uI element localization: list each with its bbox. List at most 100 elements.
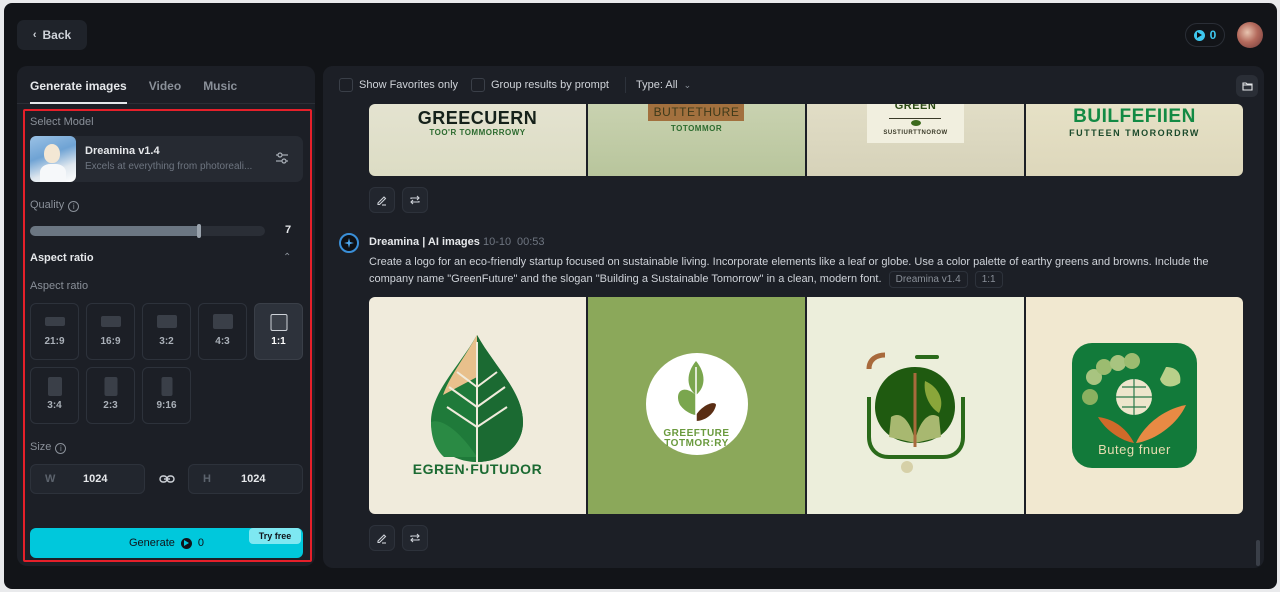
ratio-label: 1:1 [271, 336, 286, 347]
generation-prompt[interactable]: Create a logo for an eco-friendly startu… [369, 254, 1249, 288]
result-image[interactable]: GREEN SUSTIURTTNOROW [807, 104, 1024, 176]
mode-tabs: Generate images Video Music [17, 66, 315, 104]
quality-slider-fill [30, 226, 200, 236]
results-panel: GRΕΕCUERN TOO'R TOMMORROWY BUTTETHURE TO… [323, 66, 1264, 568]
logo-subtitle: SUSTIURTTNOROW [883, 130, 948, 136]
logo-title: BUTTETHURE [653, 105, 740, 119]
globe-leaf-graphic [1082, 353, 1186, 443]
select-model-label: Select Model [30, 116, 94, 128]
credits-count: 0 [1209, 28, 1217, 42]
leaf-logo-graphic [431, 335, 523, 462]
group-by-prompt-label[interactable]: Group results by prompt [491, 79, 609, 91]
ratio-2-3-icon [104, 377, 117, 396]
leaf-icon [911, 120, 921, 126]
result-image[interactable]: BUTTETHURE TOTOMMOR [588, 104, 805, 176]
tab-generate-images[interactable]: Generate images [30, 66, 127, 104]
ratio-3-2-icon [156, 315, 177, 328]
width-input[interactable]: W 1024 [30, 464, 145, 494]
tab-music[interactable]: Music [203, 66, 237, 104]
ratio-1-1-icon [270, 314, 287, 331]
folder-icon [1241, 82, 1253, 91]
logo-title: GRΕΕCUERN [417, 108, 538, 128]
ratio-option-21-9[interactable]: 21:9 [30, 303, 79, 360]
repeat-icon [410, 195, 420, 205]
quality-slider[interactable] [30, 224, 265, 238]
height-input[interactable]: H 1024 [188, 464, 303, 494]
ratio-label: 3:2 [159, 336, 174, 347]
ratio-tag: 1:1 [974, 271, 1003, 288]
link-icon[interactable] [159, 472, 175, 486]
pencil-icon [377, 196, 387, 206]
ratio-option-16-9[interactable]: 16:9 [86, 303, 135, 360]
aspect-ratio-options: 21:9 16:9 3:2 4:3 1:1 3:4 2:3 9:16 [30, 303, 305, 424]
back-label: Back [42, 28, 72, 42]
generate-label: Generate [129, 537, 175, 549]
generation-time: 00:53 [517, 236, 545, 248]
generated-images-row: EGREN·FUTUDOR GREEFTURE TOTMOR:RY Buteg … [369, 297, 1243, 514]
width-value: 1024 [83, 473, 108, 485]
favorites-checkbox[interactable] [339, 78, 353, 92]
quality-label-row: Quality i [30, 199, 80, 212]
sparkle-icon [344, 238, 354, 248]
previous-results-row: GRΕΕCUERN TOO'R TOMMORROWY BUTTETHURE TO… [369, 104, 1243, 176]
back-button[interactable]: ‹ Back [17, 20, 87, 50]
folder-button[interactable] [1236, 75, 1258, 97]
quality-label: Quality [30, 199, 65, 211]
ratio-option-2-3[interactable]: 2:3 [86, 367, 135, 424]
generation-author: Dreamina | AI images [369, 236, 480, 248]
ratio-option-4-3[interactable]: 4:3 [198, 303, 247, 360]
info-icon[interactable]: i [55, 443, 67, 454]
generation-settings-panel: Generate images Video Music Select Model… [17, 66, 315, 566]
model-selector[interactable]: Dreamina v1.4 Excels at everything from … [30, 136, 303, 182]
image-caption: Buteg fnuer [1098, 442, 1171, 457]
logo-subtitle: FUTTEEN TMORORDRW [1069, 128, 1200, 138]
ratio-option-9-16[interactable]: 9:16 [142, 367, 191, 424]
ratio-3-4-icon [47, 377, 62, 396]
filter-divider [625, 77, 626, 93]
favorites-label[interactable]: Show Favorites only [359, 79, 458, 91]
quality-slider-handle[interactable] [197, 224, 202, 238]
repeat-icon [410, 533, 420, 543]
chevron-down-icon: ⌄ [683, 80, 692, 90]
ratio-option-3-2[interactable]: 3:2 [142, 303, 191, 360]
generated-image-3[interactable] [807, 297, 1024, 514]
tab-video[interactable]: Video [149, 66, 181, 104]
generation-date: 10-10 [483, 236, 512, 248]
user-avatar[interactable] [1237, 22, 1263, 48]
height-prefix: H [203, 473, 211, 485]
result-image[interactable]: BUILFEFIIEN FUTTEEN TMORORDRW [1026, 104, 1243, 176]
model-description: Excels at everything from photoreali... [85, 161, 253, 172]
tree-logo-graphic [866, 352, 965, 459]
prompt-text: Create a logo for an eco-friendly startu… [369, 256, 1209, 285]
results-scrollbar[interactable] [1256, 540, 1260, 566]
app-window: ‹ Back 0 Generate images Video Music Sel… [4, 3, 1277, 589]
generated-image-2[interactable]: GREEFTURE TOTMOR:RY [588, 297, 805, 514]
edit-prompt-button[interactable] [369, 187, 395, 213]
ratio-option-1-1[interactable]: 1:1 [254, 303, 303, 360]
ratio-label: 16:9 [100, 336, 121, 347]
chevron-up-icon[interactable]: ⌃ [283, 252, 291, 263]
size-label-row: Size i [30, 441, 67, 454]
generated-image-1[interactable]: EGREN·FUTUDOR [369, 297, 586, 514]
aspect-ratio-section-title[interactable]: Aspect ratio [30, 252, 94, 264]
generated-image-4[interactable]: Buteg fnuer [1026, 297, 1243, 514]
regenerate-button[interactable] [402, 525, 428, 551]
regenerate-button[interactable] [402, 187, 428, 213]
image-caption: EGREN·FUTUDOR [412, 461, 543, 477]
credits-badge[interactable]: 0 [1185, 23, 1225, 47]
model-name: Dreamina v1.4 [85, 145, 160, 157]
logo-title: GREEN [894, 104, 937, 112]
type-filter-dropdown[interactable]: Type: All ⌄ [636, 79, 691, 91]
group-by-prompt-checkbox[interactable] [471, 78, 485, 92]
ratio-label: 3:4 [47, 400, 62, 411]
height-value: 1024 [241, 473, 266, 485]
result-image[interactable]: GRΕΕCUERN TOO'R TOMMORROWY [369, 104, 586, 176]
sliders-icon[interactable] [275, 151, 289, 165]
ratio-option-3-4[interactable]: 3:4 [30, 367, 79, 424]
edit-prompt-button[interactable] [369, 525, 395, 551]
ratio-label: 2:3 [103, 400, 118, 411]
pencil-icon [377, 534, 387, 544]
info-icon[interactable]: i [68, 201, 80, 212]
try-free-badge: Try free [249, 528, 301, 544]
ratio-9-16-icon [161, 377, 172, 396]
